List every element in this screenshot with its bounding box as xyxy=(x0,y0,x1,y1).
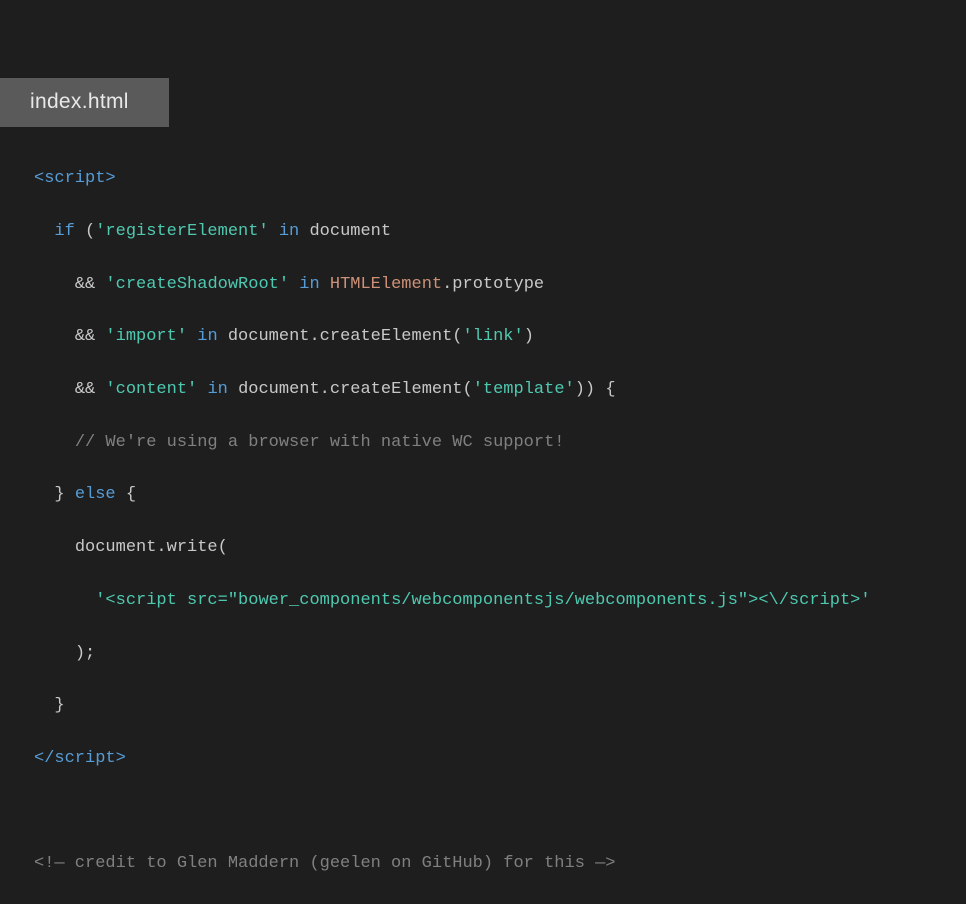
tab-title: index.html xyxy=(30,90,129,113)
brace: { xyxy=(116,485,136,504)
string: '<script src="bower_components/webcompon… xyxy=(95,591,870,610)
tag-close: </script> xyxy=(34,749,126,768)
paren: ); xyxy=(75,644,95,663)
brace: } xyxy=(54,485,74,504)
paren: )) { xyxy=(575,380,616,399)
type: HTMLElement xyxy=(330,275,442,294)
string: 'template' xyxy=(473,380,575,399)
code-line: '<script src="bower_components/webcompon… xyxy=(34,588,871,614)
kw-else: else xyxy=(75,485,116,504)
file-tab[interactable]: index.html xyxy=(0,78,169,127)
string: 'registerElement' xyxy=(95,222,268,241)
code-line: document.write( xyxy=(34,535,871,561)
kw-in: in xyxy=(289,275,330,294)
op-and: && xyxy=(75,380,106,399)
code-line: } else { xyxy=(34,482,871,508)
kw-in: in xyxy=(269,222,310,241)
code-line: <!— credit to Glen Maddern (geelen on Gi… xyxy=(34,851,871,877)
code-line: if ('registerElement' in document xyxy=(34,219,871,245)
paren: ) xyxy=(524,327,534,346)
code-line: // We're using a browser with native WC … xyxy=(34,430,871,456)
op-and: && xyxy=(75,275,106,294)
paren: ( xyxy=(75,222,95,241)
code-line: && 'createShadowRoot' in HTMLElement.pro… xyxy=(34,272,871,298)
credit-comment: <!— credit to Glen Maddern (geelen on Gi… xyxy=(34,854,616,873)
kw-in: in xyxy=(197,380,238,399)
code-line: } xyxy=(34,693,871,719)
blank-line xyxy=(34,799,871,825)
call: document.createElement( xyxy=(228,327,463,346)
call: document.createElement( xyxy=(238,380,473,399)
op-and: && xyxy=(75,327,106,346)
code-block: <script> if ('registerElement' in docume… xyxy=(34,140,871,904)
string: 'link' xyxy=(463,327,524,346)
ident: prototype xyxy=(452,275,544,294)
kw-in: in xyxy=(187,327,228,346)
tag-open: <script> xyxy=(34,169,116,188)
dot: . xyxy=(442,275,452,294)
code-line: ); xyxy=(34,641,871,667)
brace: } xyxy=(54,696,64,715)
string: 'createShadowRoot' xyxy=(105,275,289,294)
code-line: && 'content' in document.createElement('… xyxy=(34,377,871,403)
ident: document xyxy=(309,222,391,241)
code-line: </script> xyxy=(34,746,871,772)
string: 'import' xyxy=(105,327,187,346)
comment: // We're using a browser with native WC … xyxy=(75,433,565,452)
call: document.write( xyxy=(75,538,228,557)
kw-if: if xyxy=(54,222,74,241)
string: 'content' xyxy=(105,380,197,399)
code-line: <script> xyxy=(34,166,871,192)
code-line: && 'import' in document.createElement('l… xyxy=(34,324,871,350)
